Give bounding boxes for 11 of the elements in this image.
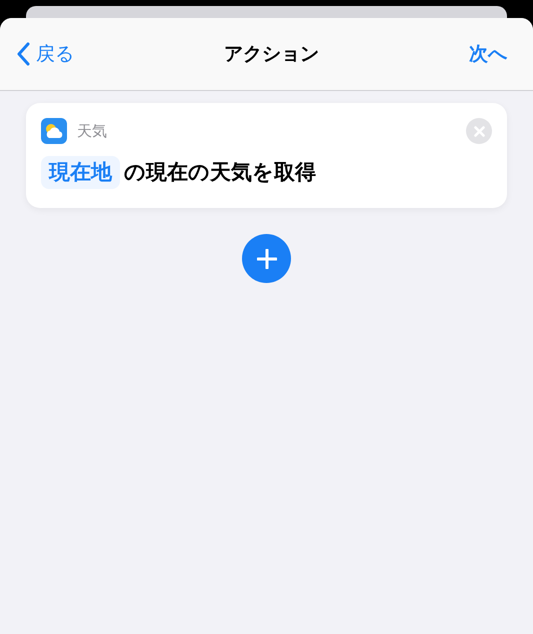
close-icon — [474, 126, 484, 136]
plus-icon — [256, 248, 276, 268]
chevron-left-icon — [16, 42, 30, 66]
back-button[interactable]: 戻る — [16, 40, 74, 68]
screen-title: アクション — [224, 42, 319, 67]
add-button[interactable] — [242, 234, 291, 283]
next-button[interactable]: 次へ — [469, 40, 517, 68]
app-name: 天気 — [77, 120, 107, 142]
weather-app-icon — [41, 118, 67, 144]
location-parameter[interactable]: 現在地 — [41, 156, 120, 189]
action-text: の現在の天気を取得 — [124, 158, 316, 186]
